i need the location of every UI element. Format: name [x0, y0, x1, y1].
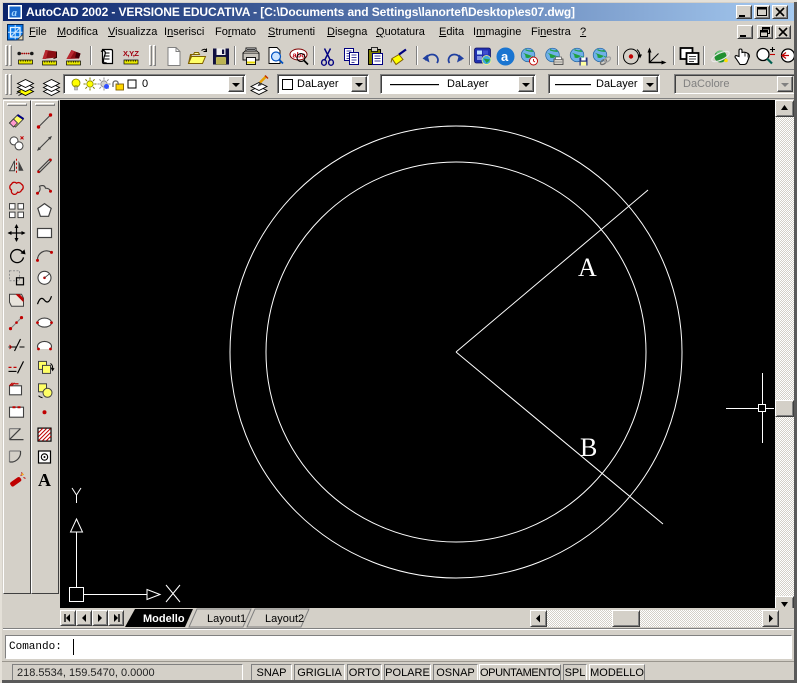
svg-text:a: a [12, 7, 18, 19]
svg-text:Modello: Modello [143, 613, 185, 625]
svg-text:A: A [578, 253, 597, 282]
svg-text:Layout2: Layout2 [265, 613, 304, 625]
svg-text:a: a [501, 49, 509, 64]
svg-text:B: B [580, 433, 597, 462]
svg-text:Layout1: Layout1 [207, 613, 246, 625]
svg-text:X,Y,Z: X,Y,Z [123, 49, 139, 58]
svg-text:A: A [38, 470, 51, 490]
